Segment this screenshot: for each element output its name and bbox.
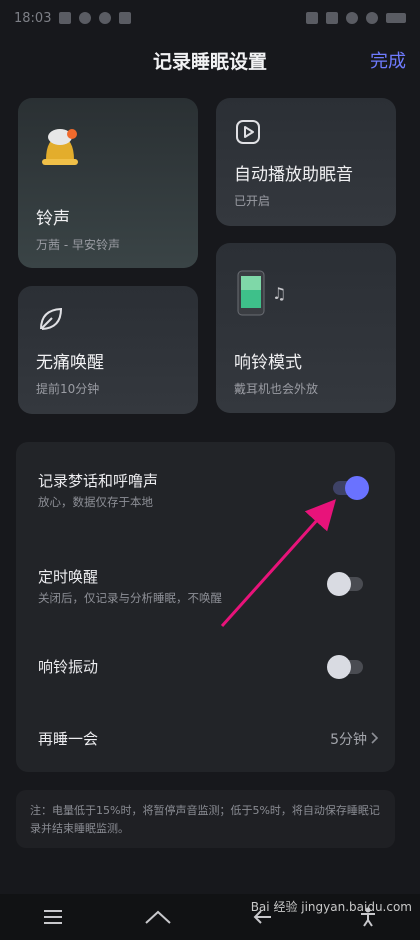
record-talk-title: 记录梦话和呼噜声 bbox=[38, 472, 159, 490]
ring-mode-title: 响铃模式 bbox=[234, 353, 302, 373]
svg-text:♫: ♫ bbox=[272, 284, 286, 303]
ring-mode-subtitle: 戴耳机也会外放 bbox=[234, 382, 319, 396]
record-talk-subtitle: 放心，数据仅存于本地 bbox=[38, 495, 153, 509]
snooze-value: 5分钟 bbox=[330, 732, 367, 748]
done-button[interactable]: 完成 bbox=[370, 47, 406, 73]
battery-note: 注：电量低于15%时，将暂停声音监测；低于5%时，将自动保存睡眠记录并结束睡眠监… bbox=[16, 790, 395, 848]
notification-icon bbox=[59, 12, 72, 24]
auto-play-card[interactable]: 自动播放助眠音 已开启 bbox=[216, 98, 396, 226]
bell-icon bbox=[42, 129, 78, 165]
timed-wake-toggle[interactable] bbox=[327, 572, 363, 596]
page-title: 记录睡眠设置 bbox=[152, 50, 267, 73]
settings-panel: 记录梦话和呼噜声 放心，数据仅存于本地 定时唤醒 关闭后，仅记录与分析睡眠，不唤… bbox=[16, 442, 395, 772]
chevron-right-icon bbox=[371, 732, 379, 744]
menu-icon bbox=[43, 910, 62, 924]
home-icon bbox=[144, 910, 171, 924]
snooze-title: 再睡一会 bbox=[38, 730, 99, 748]
ringtone-title: 铃声 bbox=[36, 209, 70, 229]
menu-button[interactable] bbox=[33, 902, 73, 932]
phone-music-icon: ♫ bbox=[237, 270, 286, 316]
painless-wake-subtitle: 提前10分钟 bbox=[36, 382, 100, 396]
record-talk-row[interactable]: 记录梦话和呼噜声 放心，数据仅存于本地 bbox=[16, 442, 395, 528]
notification-icon bbox=[79, 12, 92, 24]
notification-icon bbox=[99, 12, 112, 24]
ringtone-subtitle: 万茜 - 早安铃声 bbox=[36, 238, 120, 252]
watermark-logo: Bai 经验 jingyan.baidu.com bbox=[250, 900, 412, 914]
auto-play-title: 自动播放助眠音 bbox=[234, 165, 353, 185]
ring-vibrate-title: 响铃振动 bbox=[38, 658, 99, 676]
battery-icon bbox=[386, 13, 406, 23]
timed-wake-row[interactable]: 定时唤醒 关闭后，仅记录与分析睡眠，不唤醒 bbox=[16, 540, 395, 626]
play-icon bbox=[236, 120, 260, 144]
status-bar: 18:03 bbox=[0, 0, 420, 36]
painless-wake-card[interactable]: 无痛唤醒 提前10分钟 bbox=[18, 286, 198, 414]
painless-wake-title: 无痛唤醒 bbox=[36, 353, 104, 373]
alarm-icon bbox=[346, 12, 358, 24]
home-button[interactable] bbox=[138, 902, 178, 932]
vibrate-icon bbox=[326, 12, 338, 24]
page-header: 记录睡眠设置 完成 bbox=[0, 44, 420, 76]
ring-vibrate-row[interactable]: 响铃振动 bbox=[16, 632, 395, 702]
record-talk-toggle[interactable] bbox=[333, 476, 369, 500]
snooze-row[interactable]: 再睡一会 5分钟 bbox=[16, 708, 395, 768]
ringtone-card[interactable]: 铃声 万茜 - 早安铃声 bbox=[18, 98, 198, 268]
ring-mode-card[interactable]: ♫ 响铃模式 戴耳机也会外放 bbox=[216, 243, 396, 413]
leaf-icon bbox=[40, 307, 63, 330]
app-icon bbox=[119, 12, 132, 24]
status-time: 18:03 bbox=[14, 10, 52, 26]
ring-vibrate-toggle[interactable] bbox=[327, 655, 363, 679]
timed-wake-subtitle: 关闭后，仅记录与分析睡眠，不唤醒 bbox=[38, 591, 222, 605]
nfc-icon bbox=[306, 12, 318, 24]
timed-wake-title: 定时唤醒 bbox=[38, 568, 99, 586]
auto-play-subtitle: 已开启 bbox=[234, 194, 271, 208]
wifi-icon bbox=[366, 12, 378, 24]
